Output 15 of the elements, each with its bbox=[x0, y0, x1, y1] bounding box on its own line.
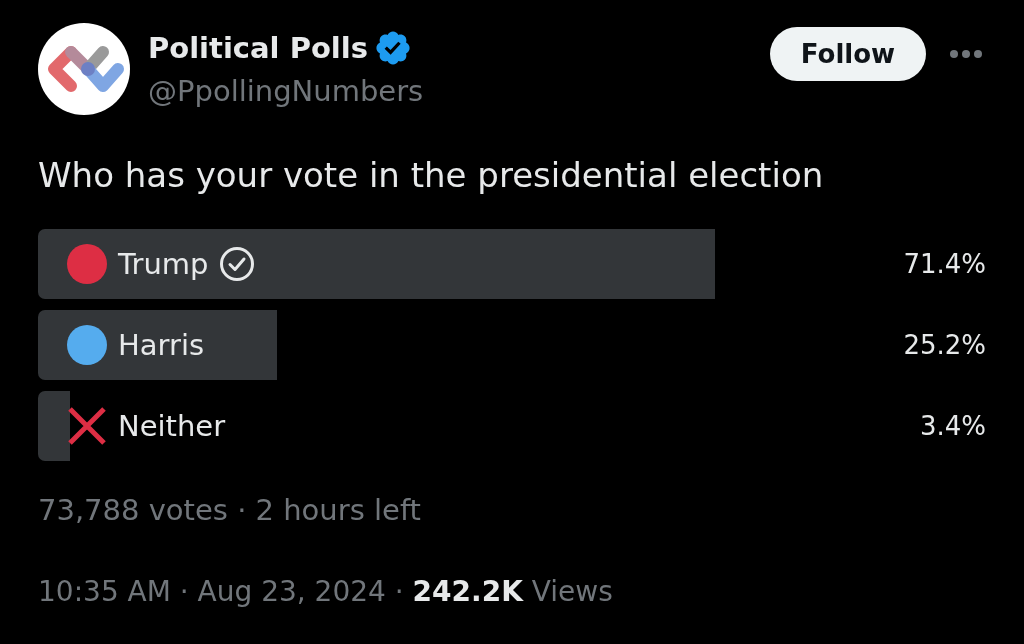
post-meta: 10:35 AM · Aug 23, 2024 · 242.2K Views bbox=[38, 574, 613, 610]
avatar-logo[interactable] bbox=[38, 23, 130, 115]
poll-option-label: Trump bbox=[118, 246, 209, 283]
poll-option-percent: 71.4% bbox=[903, 248, 986, 281]
check-circle-icon bbox=[220, 247, 255, 281]
more-icon[interactable] bbox=[950, 50, 982, 58]
poll-option-percent: 25.2% bbox=[903, 329, 986, 362]
poll-option-label: Harris bbox=[118, 327, 205, 364]
account-name[interactable]: Political Polls bbox=[148, 30, 368, 66]
follow-button[interactable]: Follow bbox=[770, 27, 926, 81]
post-text: Who has your vote in the presidential election bbox=[38, 155, 825, 195]
poll-option-percent: 3.4% bbox=[919, 410, 986, 443]
poll-summary: 73,788 votes · 2 hours left bbox=[38, 492, 421, 529]
account-handle[interactable]: @PpollingNumbers bbox=[148, 73, 424, 109]
poll-option-label: Neither bbox=[118, 408, 226, 445]
